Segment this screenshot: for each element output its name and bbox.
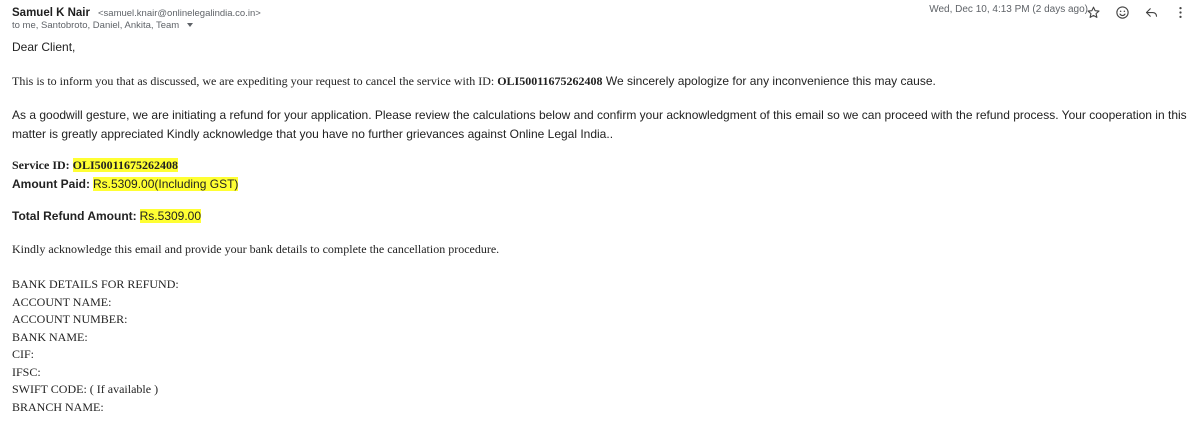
- bank-details-block: BANK DETAILS FOR REFUND: ACCOUNT NAME: A…: [12, 276, 179, 416]
- intro-prefix: This is to inform you that as discussed,…: [12, 74, 498, 88]
- bank-line: ACCOUNT NUMBER:: [12, 312, 128, 326]
- bank-line: SWIFT CODE: ( If available ): [12, 382, 159, 396]
- bank-line: CIF:: [12, 347, 35, 361]
- message-actions: [1086, 5, 1188, 20]
- chevron-down-icon[interactable]: [186, 23, 193, 28]
- service-id-line: Service ID: OLI50011675262408: [12, 158, 179, 173]
- bank-line: IFSC:: [12, 364, 41, 379]
- recipients-text: to me, Santobroto, Daniel, Ankita, Team: [12, 20, 180, 31]
- sender-name[interactable]: Samuel K Nair: [12, 7, 90, 19]
- bank-line: BANK NAME:: [12, 329, 88, 344]
- amount-paid-label: Amount Paid:: [12, 177, 90, 191]
- bank-line: BANK DETAILS FOR REFUND:: [12, 277, 179, 291]
- acknowledge-paragraph: Kindly acknowledge this email and provid…: [12, 242, 500, 256]
- sender-email: <samuel.knair@onlinelegalindia.co.in>: [97, 8, 261, 19]
- service-id-value: OLI50011675262408: [72, 158, 179, 172]
- total-refund-line: Total Refund Amount: Rs.5309.00: [12, 209, 202, 224]
- email-date: Wed, Dec 10, 4:13 PM (2 days ago): [929, 4, 1088, 15]
- total-refund-label: Total Refund Amount:: [12, 209, 137, 223]
- greeting: Dear Client,: [12, 40, 76, 54]
- email-header: Samuel K Nair <samuel.knair@onlinelegali…: [12, 3, 1200, 35]
- service-id-label: Service ID:: [12, 158, 70, 172]
- intro-paragraph: This is to inform you that as discussed,…: [12, 74, 936, 89]
- intro-suffix: We sincerely apologize for any inconveni…: [602, 74, 936, 88]
- total-refund-value: Rs.5309.00: [139, 209, 202, 223]
- bank-line: ACCOUNT NAME:: [12, 294, 112, 309]
- sender-line: Samuel K Nair <samuel.knair@onlinelegali…: [12, 3, 261, 21]
- reply-icon[interactable]: [1144, 5, 1159, 20]
- bank-line: BRANCH NAME:: [12, 399, 104, 414]
- goodwill-paragraph: As a goodwill gesture, we are initiating…: [12, 108, 1187, 141]
- more-icon[interactable]: [1173, 5, 1188, 20]
- emoji-icon[interactable]: [1115, 5, 1130, 20]
- amount-paid-line: Amount Paid: Rs.5309.00(Including GST): [12, 177, 239, 192]
- amount-paid-value: Rs.5309.00(Including GST): [93, 177, 239, 191]
- recipients-line[interactable]: to me, Santobroto, Daniel, Ankita, Team: [12, 20, 193, 31]
- intro-service-id: OLI50011675262408: [497, 74, 603, 88]
- star-icon[interactable]: [1086, 5, 1101, 20]
